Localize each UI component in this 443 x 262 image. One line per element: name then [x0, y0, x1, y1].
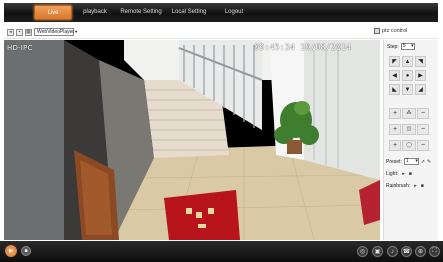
arrow-right-icon[interactable]: ▶	[415, 70, 426, 81]
fullscreen-icon[interactable]: ⛶	[429, 246, 440, 257]
chevron-down-icon: ▾	[411, 43, 414, 49]
rainbrush-off-icon[interactable]: ■	[421, 183, 424, 189]
focus-controls: + ◫ −	[389, 124, 429, 135]
focus-out-button[interactable]: −	[417, 124, 429, 135]
record-icon[interactable]: ▣	[372, 246, 383, 257]
step-value: 5	[402, 43, 406, 49]
rainbrush-row: Rainbrush: ▸ ■	[386, 183, 424, 189]
arrow-up-right-icon[interactable]: ◥	[415, 56, 426, 67]
preset-select[interactable]: 1 ▾	[403, 158, 419, 165]
arrow-down-right-icon[interactable]: ◢	[415, 84, 426, 95]
step-select[interactable]: 5 ▾	[400, 43, 415, 50]
preset-value: 1	[405, 158, 409, 164]
iris-controls: + ◯ −	[389, 140, 429, 151]
tab-remote-setting[interactable]: Remote Setting	[118, 5, 164, 20]
ptz-control-header[interactable]: ptz control	[374, 28, 407, 34]
tab-logout[interactable]: Logout	[214, 5, 254, 20]
step-row: Step: 5 ▾	[387, 43, 415, 50]
bottom-control-bar: ▶ ■ ◎ ▣ ♪ ☎ ⊕ ⛶	[0, 241, 443, 262]
zoom-in-button[interactable]: +	[389, 108, 401, 119]
quad-view-icon[interactable]: ▪	[16, 28, 23, 36]
arrow-down-left-icon[interactable]: ◣	[389, 84, 400, 95]
center-icon[interactable]: ●	[402, 70, 413, 81]
chevron-down-icon: ▼	[74, 29, 79, 34]
tab-local-setting[interactable]: Local Setting	[168, 5, 210, 20]
zoom-icon: ⁂	[402, 108, 416, 119]
ptz-panel: Step: 5 ▾ ◤ ▲ ◥ ◀ ● ▶ ◣ ▼ ◢ + ⁂ − + ◫ − …	[383, 40, 438, 240]
focus-in-button[interactable]: +	[389, 124, 401, 135]
video-feed[interactable]: HD-IPC 09:45:34 10/08/2014	[4, 40, 380, 240]
stop-button[interactable]: ■	[21, 246, 31, 256]
light-row: Light: ▸ ■	[386, 171, 412, 177]
talk-icon[interactable]: ☎	[401, 246, 412, 257]
tab-live[interactable]: Live	[34, 5, 72, 20]
iris-icon: ◯	[402, 140, 416, 151]
step-label: Step:	[387, 43, 399, 50]
zoom-icon[interactable]: ⊕	[415, 246, 426, 257]
view-toolbar: ◂ ▪ ▦ WebVideoPlayer ▼ ptz control	[4, 26, 438, 39]
light-on-icon[interactable]: ▸	[402, 171, 405, 177]
rainbrush-on-icon[interactable]: ▸	[414, 183, 417, 189]
camera-osd-label: HD-IPC	[7, 44, 33, 52]
camera-osd-timestamp: 09:45:34 10/08/2014	[254, 43, 352, 53]
iris-open-button[interactable]: +	[389, 140, 401, 151]
single-view-icon[interactable]: ◂	[7, 28, 14, 36]
light-off-icon[interactable]: ■	[409, 171, 412, 177]
arrow-down-icon[interactable]: ▼	[402, 84, 413, 95]
ptz-title: ptz control	[382, 28, 408, 34]
set-preset-icon[interactable]: ✎	[427, 159, 431, 165]
arrow-up-icon[interactable]: ▲	[402, 56, 413, 67]
tab-playback[interactable]: playback	[76, 5, 114, 20]
grid-view-icon[interactable]: ▦	[25, 28, 32, 36]
top-nav-bar: Live playback Remote Setting Local Setti…	[4, 3, 438, 22]
rainbrush-label: Rainbrush:	[386, 183, 411, 189]
play-button[interactable]: ▶	[5, 245, 17, 257]
preset-row: Preset: 1 ▾ ➚ ✎	[386, 158, 431, 165]
goto-preset-icon[interactable]: ➚	[421, 159, 425, 165]
arrow-left-icon[interactable]: ◀	[389, 70, 400, 81]
zoom-out-button[interactable]: −	[417, 108, 429, 119]
camera-scene	[4, 40, 380, 240]
player-select[interactable]: WebVideoPlayer ▼	[34, 28, 78, 36]
arrow-up-left-icon[interactable]: ◤	[389, 56, 400, 67]
audio-icon[interactable]: ♪	[387, 246, 398, 257]
preset-label: Preset:	[386, 158, 402, 165]
player-select-value: WebVideoPlayer	[37, 29, 75, 35]
ptz-icon	[374, 28, 380, 34]
ptz-direction-pad: ◤ ▲ ◥ ◀ ● ▶ ◣ ▼ ◢	[389, 56, 427, 97]
light-label: Light:	[386, 171, 399, 177]
zoom-controls: + ⁂ −	[389, 108, 429, 119]
chevron-down-icon: ▾	[415, 158, 418, 164]
focus-icon: ◫	[402, 124, 416, 135]
iris-close-button[interactable]: −	[417, 140, 429, 151]
snapshot-icon[interactable]: ◎	[357, 246, 368, 257]
